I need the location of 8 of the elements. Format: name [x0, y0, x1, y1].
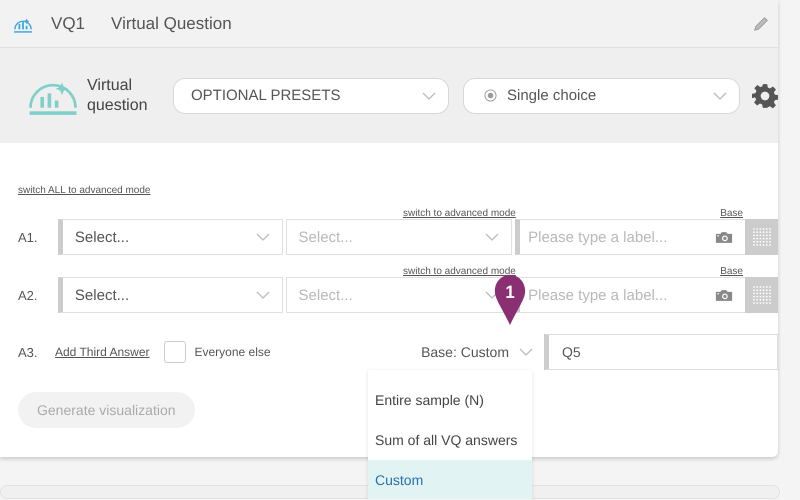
answer-label: A1. [18, 230, 39, 244]
question-code: VQ1 [51, 14, 86, 34]
answer-label: A2. [18, 288, 39, 302]
step-marker-tooltip: 1 [494, 274, 526, 326]
checkbox-label: Everyone else [194, 345, 271, 359]
question-title: Virtual Question [111, 14, 232, 34]
logo-text: Virtual question [87, 76, 148, 116]
answer-label: A3. [18, 344, 39, 360]
